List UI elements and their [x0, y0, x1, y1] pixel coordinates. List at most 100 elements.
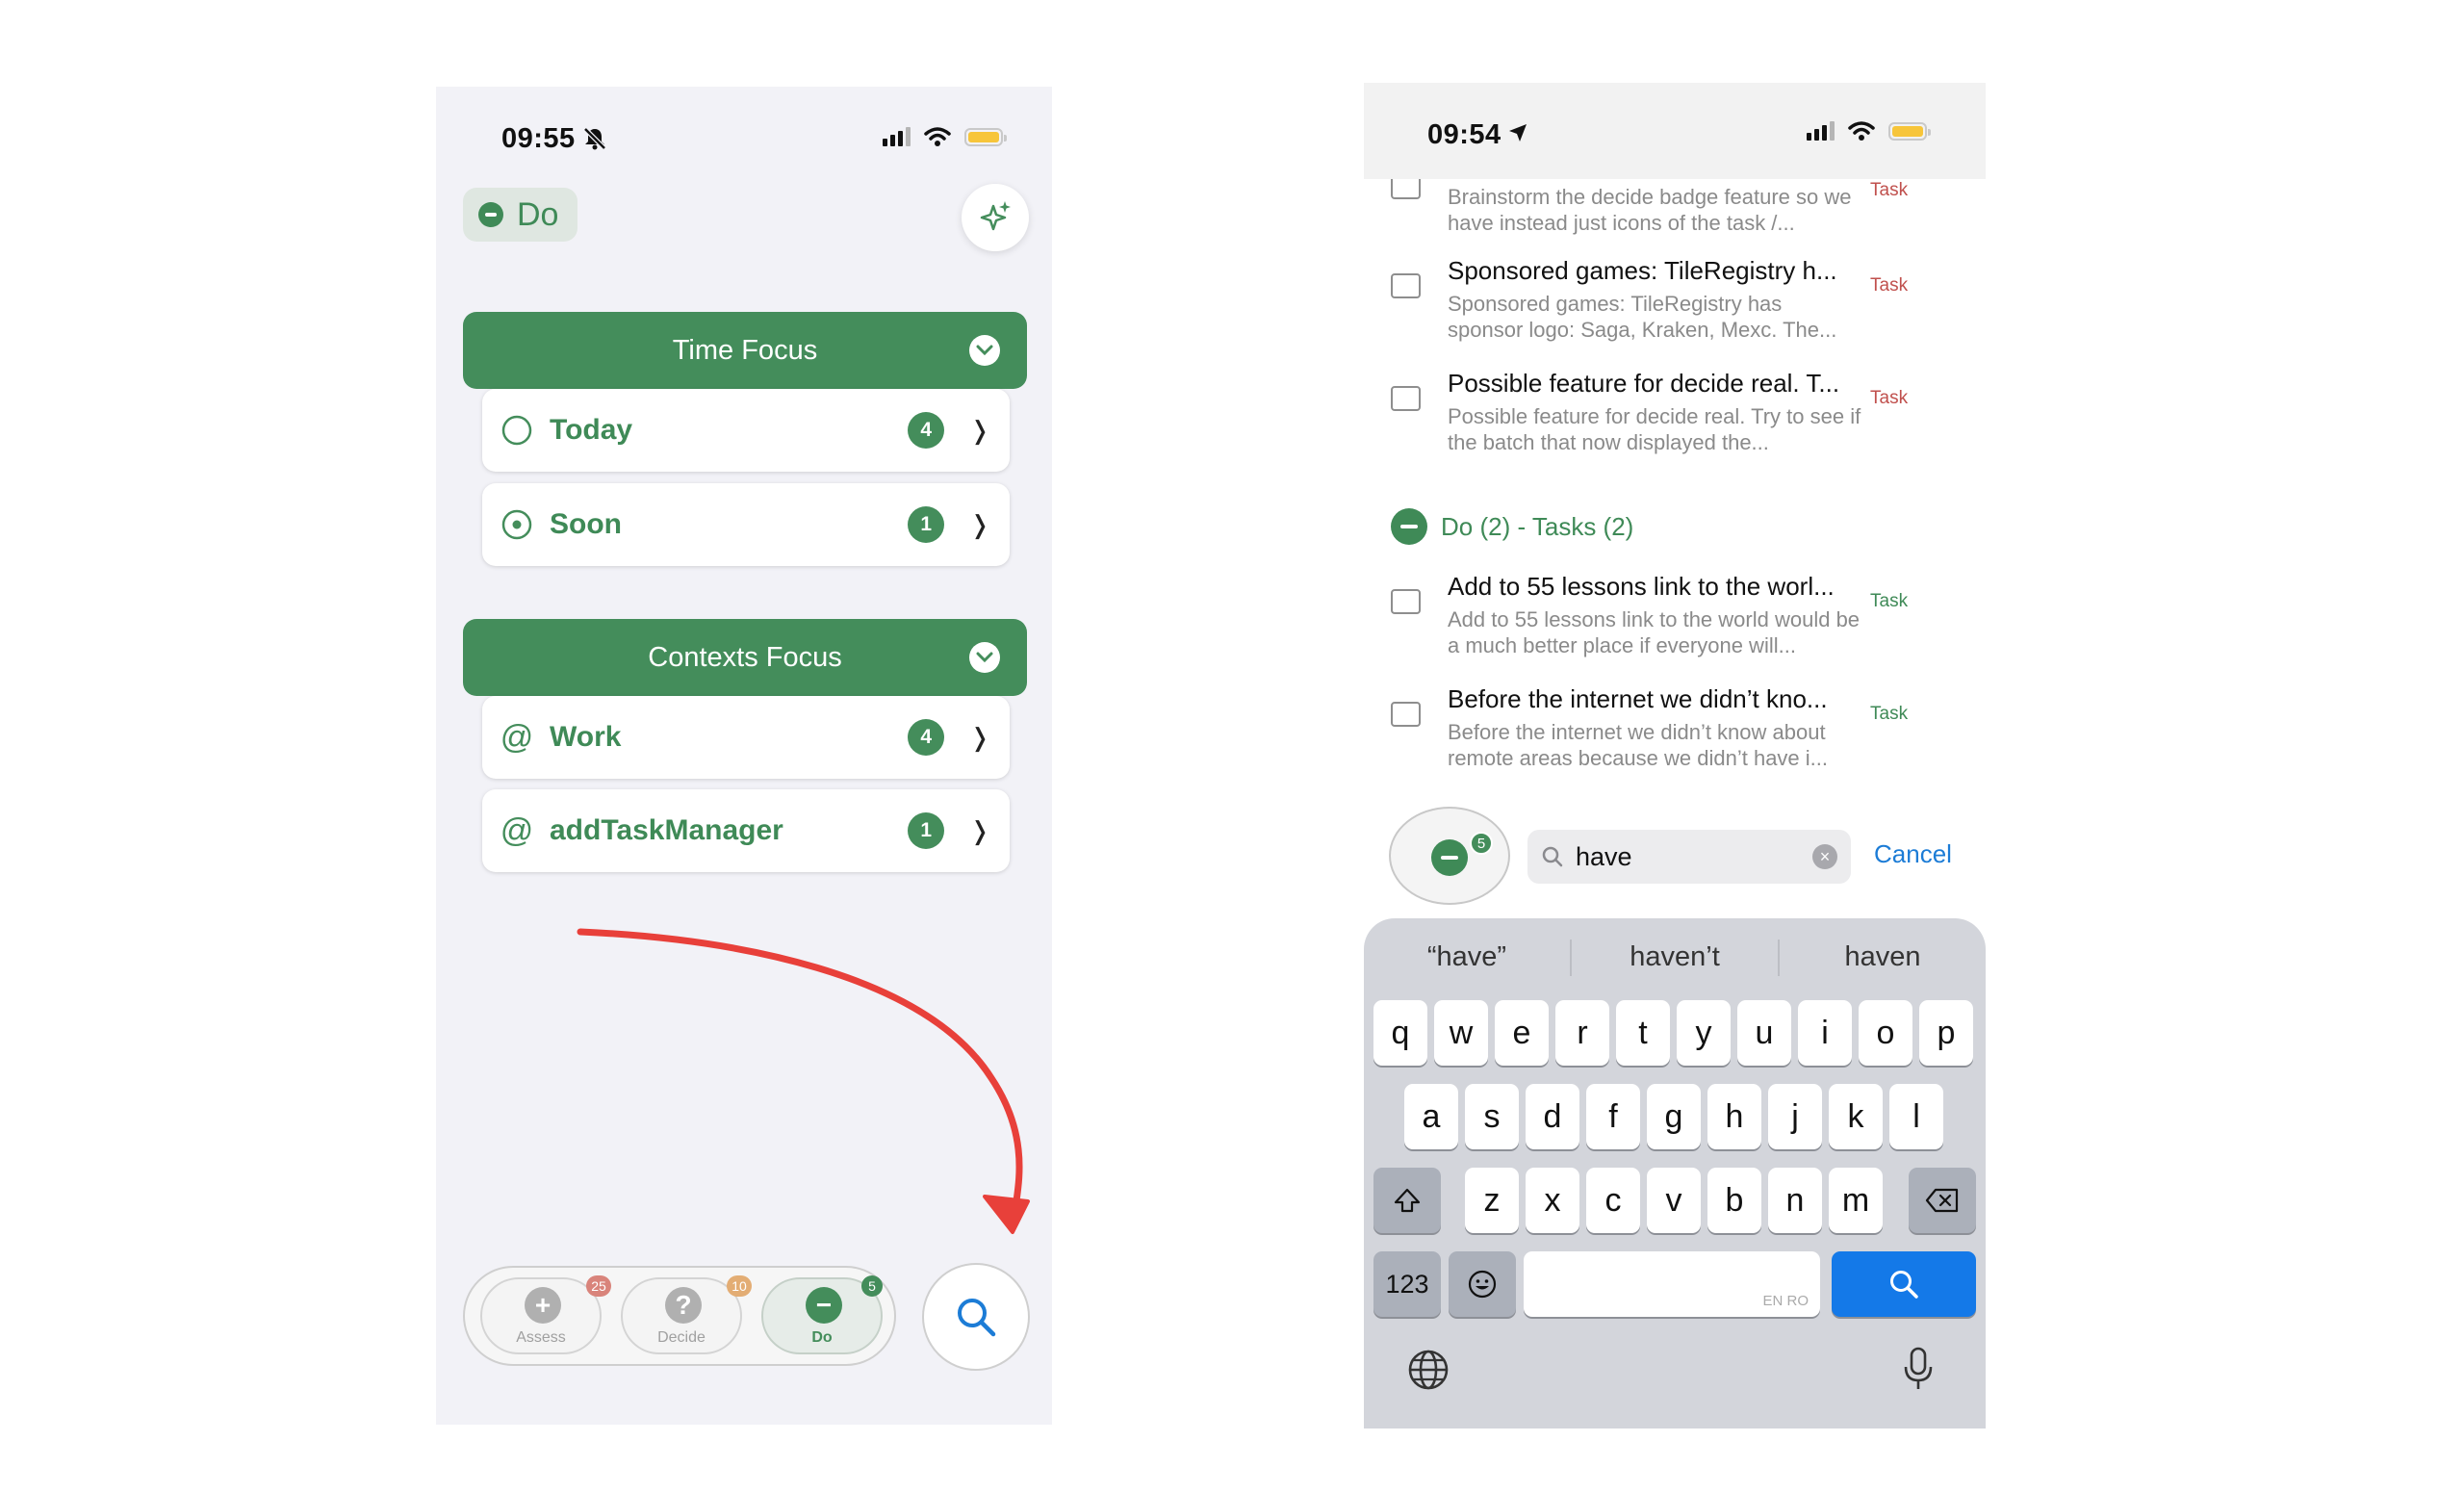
annotation-arrow — [577, 928, 1030, 1234]
task-checkbox[interactable] — [1391, 589, 1421, 614]
task-checkbox[interactable] — [1391, 386, 1421, 411]
key-v[interactable]: v — [1647, 1168, 1701, 1233]
contexts-focus-title: Contexts Focus — [648, 641, 842, 673]
tab-do[interactable]: − 5 Do — [761, 1275, 883, 1354]
key-r[interactable]: r — [1555, 1000, 1609, 1066]
cancel-button[interactable]: Cancel — [1874, 839, 1952, 869]
key-o[interactable]: o — [1859, 1000, 1912, 1066]
tab-label: Do — [811, 1329, 833, 1346]
chevron-right-icon: ❭ — [969, 415, 990, 445]
search-button[interactable] — [922, 1263, 1030, 1371]
plus-icon: + — [525, 1287, 561, 1324]
emoji-key[interactable] — [1449, 1251, 1516, 1317]
key-y[interactable]: y — [1677, 1000, 1731, 1066]
space-language-hint: EN RO — [1762, 1293, 1809, 1309]
task-description: Sponsored games: TileRegistry has sponso… — [1448, 292, 1837, 342]
clear-icon[interactable]: × — [1812, 844, 1837, 869]
task-title: Add to 55 lessons link to the worl... — [1448, 572, 1835, 601]
task-description: Add to 55 lessons link to the world woul… — [1448, 607, 1861, 657]
key-m[interactable]: m — [1829, 1168, 1883, 1233]
space-key[interactable]: EN RO — [1524, 1251, 1820, 1317]
key-c[interactable]: c — [1586, 1168, 1640, 1233]
bottom-tab-bar: + 25 Assess ? 10 Decide − 5 Do — [463, 1266, 896, 1366]
shift-icon — [1394, 1188, 1421, 1213]
numbers-key[interactable]: 123 — [1373, 1251, 1441, 1317]
task-tag: Task — [1870, 275, 1909, 296]
tab-assess[interactable]: + 25 Assess — [480, 1275, 611, 1354]
key-s[interactable]: s — [1465, 1084, 1519, 1149]
search-field[interactable]: × — [1527, 830, 1851, 884]
location-arrow-icon — [1506, 121, 1529, 149]
task-tag: Task — [1870, 591, 1909, 611]
key-j[interactable]: j — [1768, 1084, 1822, 1149]
tab-badge: 25 — [586, 1275, 611, 1297]
chevron-down-icon — [969, 642, 1000, 673]
search-input[interactable] — [1576, 839, 1807, 874]
task-title: Possible feature for decide real. T... — [1448, 369, 1840, 398]
time-focus-header[interactable]: Time Focus — [463, 312, 1027, 389]
suggestion-1[interactable]: “have” — [1364, 928, 1570, 986]
key-f[interactable]: f — [1586, 1084, 1640, 1149]
tab-decide[interactable]: ? 10 Decide — [621, 1275, 752, 1354]
key-u[interactable]: u — [1737, 1000, 1791, 1066]
key-a[interactable]: a — [1404, 1084, 1458, 1149]
tab-badge: 10 — [727, 1275, 752, 1297]
key-w[interactable]: w — [1434, 1000, 1488, 1066]
context-item-addtaskmanager[interactable]: @ addTaskManager 1 ❭ — [482, 789, 1010, 872]
question-icon: ? — [665, 1287, 702, 1324]
chevron-right-icon: ❭ — [969, 815, 990, 845]
key-d[interactable]: d — [1526, 1084, 1579, 1149]
key-k[interactable]: k — [1829, 1084, 1883, 1149]
suggestion-3[interactable]: haven — [1780, 928, 1986, 986]
key-e[interactable]: e — [1495, 1000, 1549, 1066]
task-title: Sponsored games: TileRegistry h... — [1448, 256, 1837, 285]
focus-item-label: Today — [550, 414, 633, 446]
key-n[interactable]: n — [1768, 1168, 1822, 1233]
circle-icon — [500, 413, 534, 448]
key-x[interactable]: x — [1526, 1168, 1579, 1233]
key-i[interactable]: i — [1798, 1000, 1852, 1066]
status-icons — [883, 127, 1007, 146]
microphone-icon[interactable] — [1903, 1346, 1934, 1397]
mode-label: Do — [517, 195, 559, 233]
do-fab-button[interactable]: 5 — [1389, 807, 1510, 905]
key-p[interactable]: p — [1919, 1000, 1973, 1066]
battery-icon — [964, 127, 1007, 146]
task-description: Possible feature for decide real. Try to… — [1448, 404, 1861, 454]
mode-pill[interactable]: Do — [463, 188, 578, 242]
at-icon: @ — [500, 811, 534, 849]
globe-icon[interactable] — [1406, 1348, 1450, 1397]
task-checkbox[interactable] — [1391, 702, 1421, 727]
bell-slash-icon — [582, 126, 607, 156]
task-checkbox[interactable] — [1391, 273, 1421, 298]
signal-icon — [883, 127, 911, 146]
context-item-work[interactable]: @ Work 4 ❭ — [482, 696, 1010, 779]
key-l[interactable]: l — [1889, 1084, 1943, 1149]
minus-circle-icon — [478, 202, 503, 227]
search-key[interactable] — [1832, 1251, 1976, 1317]
key-h[interactable]: h — [1707, 1084, 1761, 1149]
backspace-key[interactable] — [1909, 1168, 1976, 1233]
key-b[interactable]: b — [1707, 1168, 1761, 1233]
contexts-focus-header[interactable]: Contexts Focus — [463, 619, 1027, 696]
key-t[interactable]: t — [1616, 1000, 1670, 1066]
do-group-header[interactable]: Do (2) - Tasks (2) — [1391, 508, 1633, 545]
task-description: Before the internet we didn’t know about… — [1448, 720, 1829, 770]
ai-sparkle-button[interactable] — [962, 184, 1029, 251]
wifi-icon — [1848, 121, 1875, 141]
task-tag: Task — [1870, 180, 1909, 200]
backspace-icon — [1925, 1188, 1959, 1213]
key-q[interactable]: q — [1373, 1000, 1427, 1066]
suggestion-2[interactable]: haven’t — [1572, 928, 1778, 986]
key-g[interactable]: g — [1647, 1084, 1701, 1149]
time-focus-title: Time Focus — [672, 334, 818, 366]
wifi-icon — [924, 127, 951, 146]
focus-item-today[interactable]: Today 4 ❭ — [482, 389, 1010, 472]
focus-item-soon[interactable]: Soon 1 ❭ — [482, 483, 1010, 566]
sparkle-icon — [980, 201, 1011, 231]
shift-key[interactable] — [1373, 1168, 1441, 1233]
key-z[interactable]: z — [1465, 1168, 1519, 1233]
search-icon — [958, 1299, 996, 1337]
count-badge: 4 — [908, 719, 945, 756]
do-group-title: Do (2) - Tasks (2) — [1441, 511, 1634, 541]
